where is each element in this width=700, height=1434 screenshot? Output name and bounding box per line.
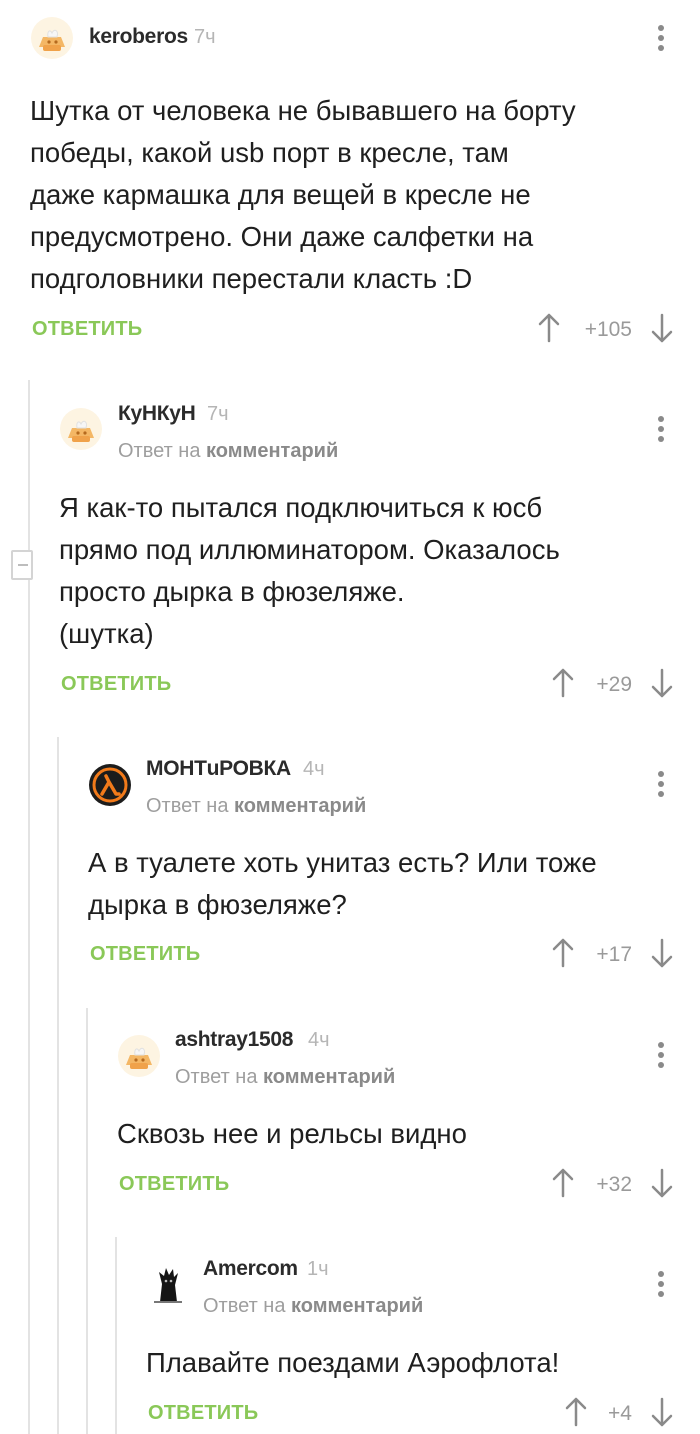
arrow-down-icon[interactable] bbox=[651, 1397, 673, 1427]
rating-value: +4 bbox=[608, 1402, 632, 1425]
minus-collapse-icon bbox=[18, 564, 28, 566]
reply-to-link[interactable]: комментарий bbox=[263, 1066, 395, 1088]
more-vertical-icon[interactable] bbox=[657, 770, 665, 798]
comment-text: А в туалете хоть унитаз есть? Или тоже д… bbox=[88, 847, 597, 920]
rating-value: +29 bbox=[596, 673, 632, 696]
comment-author[interactable]: Amercom bbox=[203, 1257, 298, 1281]
comment-time: 4ч bbox=[303, 758, 325, 780]
comment-time: 1ч bbox=[307, 1258, 329, 1280]
comment-text: Сквозь нее и рельсы видно bbox=[117, 1118, 467, 1149]
thread-line-level-1 bbox=[28, 380, 30, 1434]
rating-value: +32 bbox=[596, 1173, 632, 1196]
more-vertical-icon[interactable] bbox=[657, 1270, 665, 1298]
more-vertical-icon[interactable] bbox=[657, 415, 665, 443]
reply-to-prefix: Ответ на bbox=[175, 1066, 258, 1088]
arrow-up-icon[interactable] bbox=[538, 313, 560, 343]
default-avatar-icon[interactable] bbox=[117, 1034, 161, 1078]
arrow-down-icon[interactable] bbox=[651, 1168, 673, 1198]
reply-to-line: Ответ на комментарий bbox=[118, 440, 338, 463]
comment-author[interactable]: ashtray1508 bbox=[175, 1028, 293, 1052]
thread-line-level-4 bbox=[115, 1237, 117, 1434]
comment-text: Плавайте поездами Аэрофлота! bbox=[146, 1347, 560, 1378]
default-avatar-icon[interactable] bbox=[59, 407, 103, 451]
reply-to-line: Ответ на комментарий bbox=[203, 1295, 423, 1318]
reply-to-link[interactable]: комментарий bbox=[291, 1295, 423, 1317]
comment-time: 4ч bbox=[308, 1029, 330, 1051]
dark-figure-avatar[interactable] bbox=[146, 1262, 190, 1306]
reply-to-prefix: Ответ на bbox=[203, 1295, 286, 1317]
arrow-down-icon[interactable] bbox=[651, 668, 673, 698]
comment-time: 7ч bbox=[207, 403, 229, 425]
reply-to-prefix: Ответ на bbox=[146, 795, 229, 817]
arrow-down-icon[interactable] bbox=[651, 938, 673, 968]
rating-value: +17 bbox=[596, 943, 632, 966]
comment-author[interactable]: МОНТuРОВКА bbox=[146, 757, 291, 781]
reply-to-link[interactable]: комментарий bbox=[206, 440, 338, 462]
reply-to-line: Ответ на комментарий bbox=[146, 795, 366, 818]
lambda-logo-avatar[interactable] bbox=[88, 763, 132, 807]
reply-button[interactable]: ОТВЕТИТЬ bbox=[90, 943, 200, 966]
more-vertical-icon[interactable] bbox=[657, 24, 665, 52]
comment-author[interactable]: КуНКуН bbox=[118, 402, 196, 426]
comment-text: Я как-то пытался подключиться к юсб прям… bbox=[59, 492, 560, 649]
rating-value: +105 bbox=[584, 318, 632, 341]
more-vertical-icon[interactable] bbox=[657, 1041, 665, 1069]
reply-button[interactable]: ОТВЕТИТЬ bbox=[148, 1402, 258, 1425]
thread-line-level-2 bbox=[57, 737, 59, 1434]
reply-to-link[interactable]: комментарий bbox=[234, 795, 366, 817]
comment-author[interactable]: keroberos bbox=[89, 25, 188, 49]
arrow-down-icon[interactable] bbox=[651, 313, 673, 343]
comment-time: 7ч bbox=[194, 26, 216, 48]
collapse-thread-button[interactable] bbox=[11, 550, 33, 580]
comment-text: Шутка от человека не бывавшего на борту … bbox=[30, 95, 576, 294]
default-avatar-icon[interactable] bbox=[30, 16, 74, 60]
reply-button[interactable]: ОТВЕТИТЬ bbox=[32, 318, 142, 341]
reply-to-line: Ответ на комментарий bbox=[175, 1066, 395, 1089]
thread-line-level-3 bbox=[86, 1008, 88, 1434]
reply-to-prefix: Ответ на bbox=[118, 440, 201, 462]
reply-button[interactable]: ОТВЕТИТЬ bbox=[61, 673, 171, 696]
reply-button[interactable]: ОТВЕТИТЬ bbox=[119, 1173, 229, 1196]
